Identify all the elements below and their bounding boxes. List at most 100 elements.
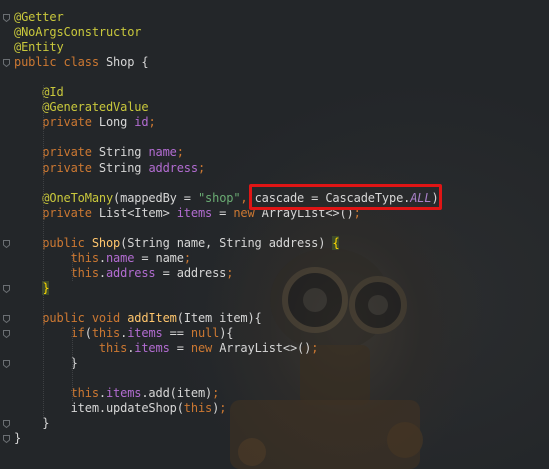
code-token: =: [169, 341, 191, 356]
code-token: this: [14, 250, 99, 265]
code-line[interactable]: @GeneratedValue: [14, 100, 148, 115]
code-token: List<Item>: [98, 205, 177, 220]
code-token: ;: [212, 386, 220, 401]
code-token: items: [134, 341, 170, 356]
code-token: this: [14, 386, 99, 401]
code-token: }: [14, 431, 22, 446]
code-token: address: [105, 265, 156, 280]
indent-guide: [72, 326, 74, 402]
code-token: ;: [197, 160, 206, 175]
code-token: = address: [155, 265, 227, 280]
code-token: .: [98, 250, 106, 265]
code-token: ){: [219, 326, 234, 341]
code-line[interactable]: }: [14, 431, 21, 446]
code-token: String: [98, 145, 149, 160]
code-token: ;: [176, 145, 184, 160]
code-token: String: [98, 160, 149, 175]
code-token: ==: [162, 326, 191, 341]
fold-marker-icon[interactable]: [3, 435, 10, 444]
code-token: ;: [226, 265, 234, 280]
code-token: if: [14, 326, 85, 341]
code-token: Shop {: [105, 55, 149, 70]
code-line[interactable]: public void addItem(Item item){: [14, 311, 262, 326]
code-token: items: [127, 326, 163, 341]
code-line[interactable]: @Id: [14, 85, 64, 100]
code-line[interactable]: item.updateShop(this);: [14, 401, 227, 416]
code-line[interactable]: if(this.items == null){: [14, 326, 234, 341]
indent-guide: [43, 85, 45, 417]
code-token: items: [105, 386, 142, 401]
code-line[interactable]: private Long id;: [14, 115, 156, 130]
code-token: .: [98, 386, 106, 401]
code-token: .add(item): [141, 386, 213, 401]
code-token: @NoArgsConstructor: [14, 25, 142, 40]
code-token: =: [212, 205, 234, 220]
code-token: private: [14, 145, 99, 160]
code-token: this: [14, 265, 99, 280]
code-token: @Id: [14, 85, 64, 100]
code-token: (Item item){: [176, 311, 262, 325]
code-token: (String name, String address): [120, 235, 333, 250]
code-line[interactable]: @Entity: [14, 40, 64, 55]
fold-marker-icon[interactable]: [3, 315, 10, 323]
fold-marker-icon[interactable]: [3, 284, 10, 293]
fold-marker-icon[interactable]: [3, 14, 10, 22]
code-token: ;: [311, 341, 319, 356]
code-token: @Entity: [14, 40, 64, 55]
fold-marker-icon[interactable]: [3, 59, 10, 68]
code-line[interactable]: public Shop(String name, String address)…: [14, 235, 340, 251]
code-line[interactable]: this.items = new ArrayList<>();: [14, 341, 319, 356]
code-line[interactable]: public class Shop {: [14, 55, 149, 70]
code-token: @GeneratedValue: [14, 100, 149, 115]
fold-marker-icon[interactable]: [3, 330, 10, 339]
code-token: @OneToMany: [14, 190, 114, 205]
code-token: ArrayList<>(): [219, 341, 312, 356]
code-token: public class: [14, 55, 106, 70]
code-token: address: [148, 160, 198, 175]
fold-marker-icon[interactable]: [3, 239, 10, 248]
code-token: @Getter: [14, 10, 64, 24]
code-line[interactable]: this.name = name;: [14, 251, 191, 266]
code-line[interactable]: @NoArgsConstructor: [14, 25, 141, 40]
code-token: ;: [183, 250, 191, 265]
code-token: }: [14, 356, 78, 371]
code-token: private: [14, 115, 99, 130]
fold-marker-icon[interactable]: [3, 360, 10, 369]
code-line[interactable]: private String name;: [14, 145, 184, 160]
code-token: items: [176, 205, 213, 220]
fold-marker-icon[interactable]: [3, 420, 10, 429]
code-token: private: [14, 205, 99, 220]
code-token: this: [14, 341, 128, 356]
code-line[interactable]: @Getter: [14, 10, 64, 25]
code-line[interactable]: }: [14, 356, 78, 371]
code-token: name: [105, 250, 135, 265]
code-token: .: [98, 265, 106, 280]
code-token: null: [190, 326, 220, 341]
code-token: {: [332, 235, 340, 250]
code-token: Long: [98, 115, 135, 130]
code-token: name: [148, 145, 177, 160]
code-token: item.updateShop(: [14, 401, 184, 416]
code-token: private: [14, 160, 99, 175]
code-token: = name: [134, 250, 184, 265]
code-token: }: [14, 416, 50, 431]
code-token: new: [190, 341, 220, 356]
code-token: this: [91, 326, 121, 341]
code-token: ;: [148, 115, 156, 130]
editor-gutter: [0, 0, 12, 469]
code-token: Shop: [91, 235, 121, 250]
cascade-highlight-box: [249, 184, 442, 210]
indent-guide: [72, 250, 74, 281]
code-token: mappedBy: [120, 190, 177, 205]
code-token: addItem: [127, 311, 177, 325]
code-token: this: [183, 401, 213, 416]
code-line[interactable]: this.address = address;: [14, 265, 234, 281]
code-line[interactable]: }: [14, 416, 49, 431]
code-token: =: [176, 190, 198, 205]
code-token: public: [14, 235, 92, 250]
code-token: ;: [219, 401, 227, 416]
code-token: public void: [14, 311, 128, 325]
code-token: "shop": [197, 190, 241, 205]
code-editor[interactable]: @Getter @NoArgsConstructor @Entity public c…: [0, 0, 549, 469]
